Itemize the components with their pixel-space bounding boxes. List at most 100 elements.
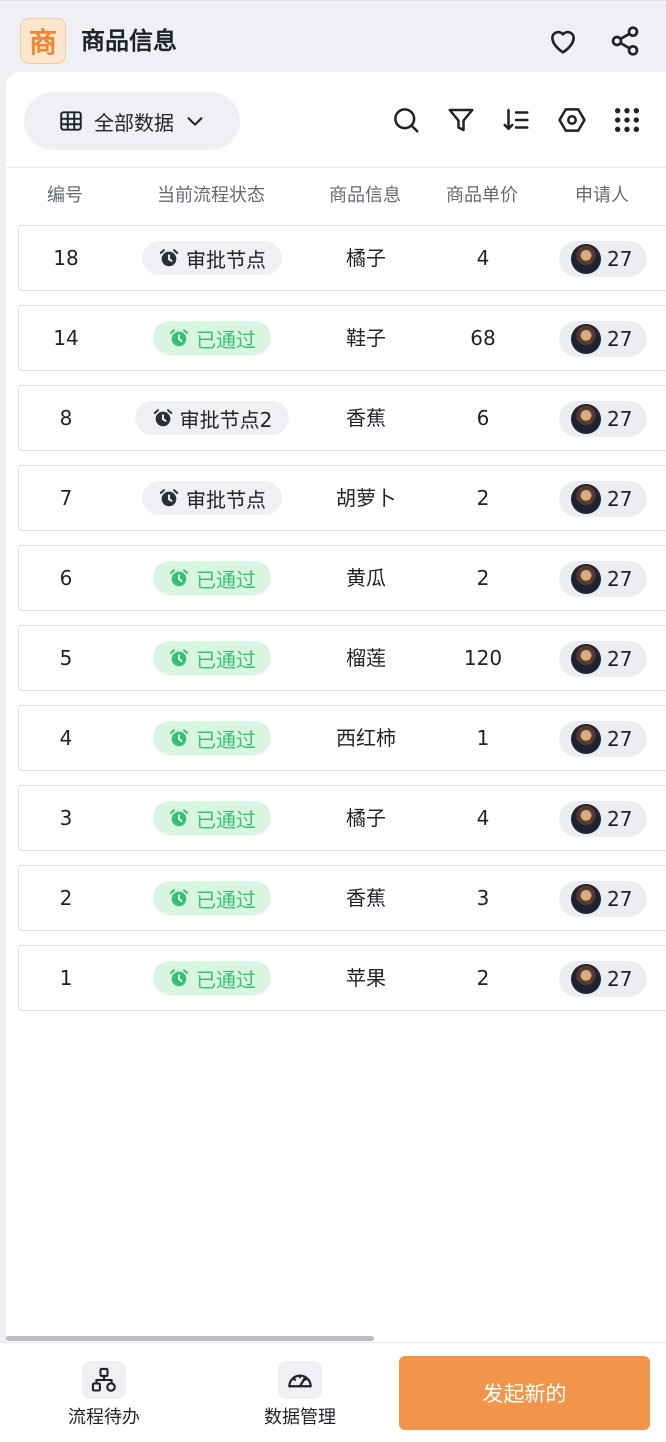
filter-icon[interactable]	[443, 102, 479, 138]
nav-process-todo[interactable]: 流程待办	[44, 1361, 164, 1429]
status-label: 已通过	[196, 727, 256, 752]
applicant-chip[interactable]: 27	[559, 721, 647, 757]
applicant-chip[interactable]: 27	[559, 241, 647, 277]
applicant-chip[interactable]: 27	[559, 481, 647, 517]
status-badge: 已通过	[153, 801, 271, 835]
sort-icon[interactable]	[498, 102, 534, 138]
workflow-icon	[82, 1361, 126, 1399]
cell-id: 18	[53, 246, 79, 270]
cell-id: 5	[59, 646, 73, 670]
table-row[interactable]: 2 已通过 香蕉 3 27	[18, 865, 666, 931]
cell-product: 胡萝卜	[336, 486, 396, 510]
column-header-product[interactable]: 商品信息	[309, 169, 421, 223]
status-badge: 审批节点	[142, 241, 282, 275]
alarm-clock-icon	[169, 809, 189, 827]
horizontal-scrollbar[interactable]	[6, 1336, 374, 1341]
cell-price: 2	[476, 566, 490, 590]
apps-grid-icon[interactable]	[609, 102, 645, 138]
alarm-clock-icon	[169, 649, 189, 667]
table-row[interactable]: 8 审批节点2 香蕉 6 27	[18, 385, 666, 451]
table-row[interactable]: 3 已通过 橘子 4 27	[18, 785, 666, 851]
cell-product: 橘子	[346, 246, 386, 270]
cell-price: 3	[476, 886, 490, 910]
status-label: 审批节点2	[179, 407, 273, 432]
avatar	[571, 484, 601, 514]
bottom-bar: 流程待办 数据管理 发起新的	[0, 1342, 666, 1442]
cell-product: 香蕉	[346, 406, 386, 430]
status-label: 已通过	[196, 567, 256, 592]
avatar	[571, 804, 601, 834]
table-row[interactable]: 14 已通过 鞋子 68 27	[18, 305, 666, 371]
alarm-clock-icon	[159, 489, 179, 507]
applicant-chip[interactable]: 27	[559, 401, 647, 437]
applicant-label: 27	[607, 567, 633, 591]
applicant-label: 27	[607, 247, 633, 271]
share-icon[interactable]	[607, 23, 643, 59]
column-header-status[interactable]: 当前流程状态	[121, 169, 301, 223]
applicant-label: 27	[607, 327, 633, 351]
applicant-chip[interactable]: 27	[559, 641, 647, 677]
applicant-chip[interactable]: 27	[559, 561, 647, 597]
status-label: 审批节点	[186, 247, 266, 272]
nav-data-management-label: 数据管理	[264, 1407, 336, 1428]
applicant-label: 27	[607, 647, 633, 671]
alarm-clock-icon	[169, 969, 189, 987]
applicant-chip[interactable]: 27	[559, 881, 647, 917]
cell-product: 西红柿	[336, 726, 396, 750]
alarm-clock-icon	[169, 569, 189, 587]
status-badge: 已通过	[153, 641, 271, 675]
cell-id: 3	[59, 806, 73, 830]
chevron-down-icon	[187, 117, 203, 126]
alarm-clock-icon	[169, 889, 189, 907]
cell-price: 6	[476, 406, 490, 430]
applicant-label: 27	[607, 967, 633, 991]
table-row[interactable]: 1 已通过 苹果 2 27	[18, 945, 666, 1011]
applicant-label: 27	[607, 887, 633, 911]
cell-product: 橘子	[346, 806, 386, 830]
table-row[interactable]: 18 审批节点 橘子 4 27	[18, 225, 666, 291]
applicant-chip[interactable]: 27	[559, 961, 647, 997]
status-label: 已通过	[196, 807, 256, 832]
alarm-clock-icon	[159, 249, 179, 267]
nav-data-management[interactable]: 数据管理	[240, 1361, 360, 1429]
status-badge: 审批节点	[142, 481, 282, 515]
dashboard-icon	[278, 1361, 322, 1399]
heart-icon[interactable]	[545, 23, 581, 59]
applicant-chip[interactable]: 27	[559, 801, 647, 837]
cell-price: 2	[476, 486, 490, 510]
cell-id: 14	[53, 326, 79, 350]
status-badge: 已通过	[153, 561, 271, 595]
alarm-clock-icon	[153, 409, 172, 427]
status-badge: 审批节点2	[135, 401, 289, 435]
status-label: 已通过	[196, 887, 256, 912]
nav-process-todo-label: 流程待办	[68, 1407, 140, 1428]
table-row[interactable]: 7 审批节点 胡萝卜 2 27	[18, 465, 666, 531]
table-row[interactable]: 6 已通过 黄瓜 2 27	[18, 545, 666, 611]
status-badge: 已通过	[153, 961, 271, 995]
cell-id: 4	[59, 726, 73, 750]
settings-icon[interactable]	[554, 102, 590, 138]
cell-product: 鞋子	[346, 326, 386, 350]
top-bar: 商 商品信息	[0, 0, 666, 80]
column-header-applicant[interactable]: 申请人	[552, 169, 652, 223]
table-grid-icon	[60, 111, 82, 131]
applicant-chip[interactable]: 27	[559, 321, 647, 357]
column-header-id[interactable]: 编号	[25, 169, 105, 223]
avatar	[571, 244, 601, 274]
applicant-label: 27	[607, 807, 633, 831]
view-selector[interactable]: 全部数据	[24, 92, 240, 150]
avatar	[571, 724, 601, 754]
cell-price: 4	[476, 806, 490, 830]
status-badge: 已通过	[153, 721, 271, 755]
table-row[interactable]: 4 已通过 西红柿 1 27	[18, 705, 666, 771]
avatar	[571, 564, 601, 594]
search-icon[interactable]	[388, 102, 424, 138]
column-header-price[interactable]: 商品单价	[426, 169, 538, 223]
create-new-button[interactable]: 发起新的	[399, 1356, 650, 1430]
table-row[interactable]: 5 已通过 榴莲 120 27	[18, 625, 666, 691]
avatar	[571, 404, 601, 434]
page-title: 商品信息	[81, 27, 177, 55]
cell-product: 苹果	[346, 966, 386, 990]
status-label: 已通过	[196, 327, 256, 352]
cell-product: 香蕉	[346, 886, 386, 910]
